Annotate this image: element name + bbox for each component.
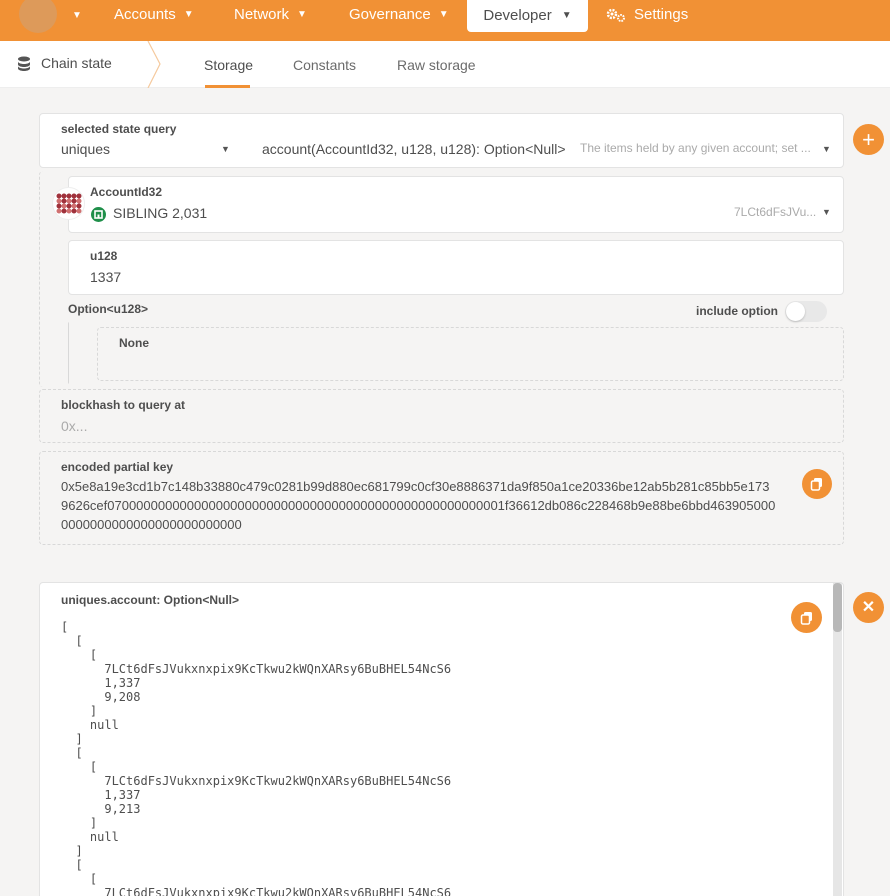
nav-accounts[interactable]: Accounts ▼ [114, 0, 194, 30]
chevron-down-icon[interactable]: ▼ [822, 144, 831, 154]
toggle-knob [786, 302, 805, 321]
module-select[interactable]: uniques [61, 141, 110, 157]
nav-network[interactable]: Network ▼ [234, 0, 307, 30]
chevron-down-icon[interactable]: ▼ [221, 144, 230, 154]
blockhash-placeholder: 0x... [61, 418, 88, 434]
nav-developer[interactable]: Developer ▼ [467, 0, 588, 32]
query-result-box: uniques.account: Option<Null> [ [ [ 7LCt… [39, 582, 844, 896]
blockhash-input[interactable]: blockhash to query at 0x... [39, 389, 844, 443]
query-result-output: [ [ [ 7LCt6dFsJVukxnxpix9KcTkwu2kWQnXARs… [61, 620, 452, 896]
remove-query-button[interactable]: ✕ [853, 592, 884, 623]
chain-logo[interactable] [19, 0, 57, 33]
parachain-icon [91, 207, 106, 222]
scrollbar-thumb[interactable] [833, 583, 842, 632]
account-address: 7LCt6dFsJVu... [734, 205, 817, 219]
include-option-label: include option [696, 304, 778, 318]
account-name: SIBLING 2,031 [113, 205, 208, 221]
chevron-down-icon: ▼ [183, 9, 194, 20]
chevron-down-icon[interactable]: ▼ [72, 10, 82, 21]
tab-constants[interactable]: Constants [293, 57, 356, 73]
tab-storage[interactable]: Storage [204, 57, 253, 73]
section-title: Chain state [17, 55, 112, 71]
option-indent [68, 322, 69, 384]
state-query-selector: selected state query uniques ▼ account(A… [39, 113, 844, 168]
chevron-down-icon[interactable]: ▼ [822, 207, 831, 217]
encoded-key-box: encoded partial key 0x5e8a19e3cd1b7c148b… [39, 451, 844, 545]
option-none-box: None [97, 327, 844, 381]
tab-raw-storage[interactable]: Raw storage [397, 57, 476, 73]
encoded-key-line-1: 0x5e8a19e3cd1b7c148b33880c479c0281b99d88… [61, 479, 770, 494]
method-select[interactable]: account(AccountId32, u128, u128): Option… [262, 141, 566, 157]
identicon [52, 187, 85, 220]
chevron-down-icon: ▼ [297, 9, 307, 20]
chevron-down-icon: ▼ [438, 9, 449, 20]
encoded-key-line-2: 9626cef070000000000000000000000000000000… [61, 498, 776, 513]
breadcrumb-separator [147, 41, 161, 88]
method-description: The items held by any given account; set… [580, 141, 811, 155]
copy-result-button[interactable] [791, 602, 822, 633]
add-query-button[interactable]: + [853, 124, 884, 155]
encoded-key-line-3: 0000000000000000000000000 [61, 517, 242, 532]
option-label: Option<u128> [68, 302, 149, 316]
active-tab-indicator [205, 85, 250, 88]
top-navigation-bar: ▼ Accounts ▼ Network ▼ Governance ▼ Develop… [0, 0, 890, 41]
sub-navigation-bar: Chain state Storage Constants Raw storag… [0, 41, 890, 88]
chevron-down-icon: ▼ [561, 9, 572, 21]
copy-icon [810, 478, 822, 491]
u128-input[interactable]: u128 1337 [68, 240, 844, 295]
database-icon [18, 56, 30, 71]
gears-icon [606, 8, 625, 22]
account-input[interactable]: AccountId32 SIBLING 2,031 7LCt6dFsJVu...… [68, 176, 844, 233]
u128-value: 1337 [90, 269, 122, 285]
nav-governance[interactable]: Governance ▼ [349, 0, 449, 30]
nav-settings[interactable]: Settings [606, 0, 688, 30]
include-option-toggle[interactable] [785, 301, 827, 322]
copy-key-button[interactable] [802, 469, 832, 499]
result-scrollbar[interactable] [833, 583, 842, 896]
copy-icon [800, 611, 812, 625]
